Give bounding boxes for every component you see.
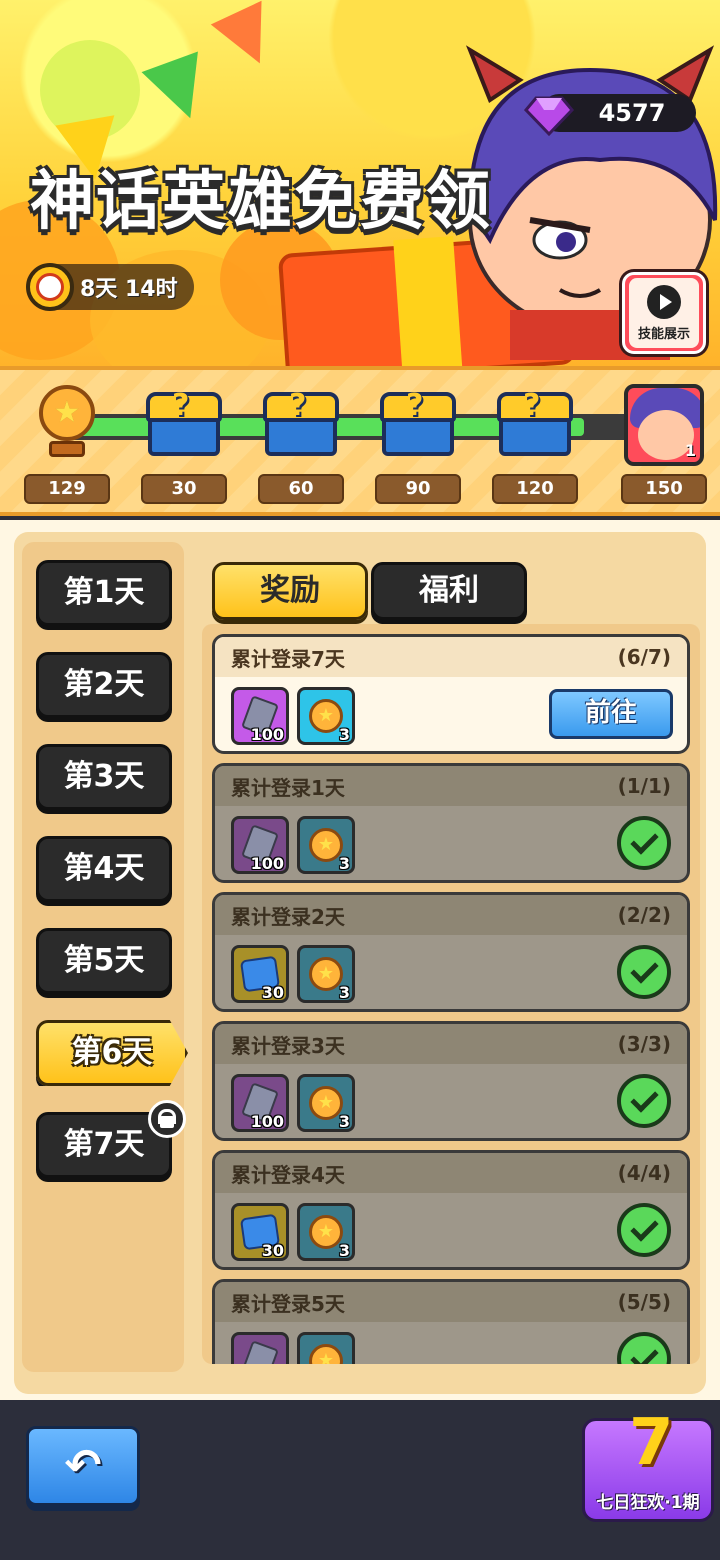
check-icon bbox=[617, 945, 671, 999]
milestone-value: 150 bbox=[621, 474, 707, 504]
reward-qty: 3 bbox=[338, 725, 350, 744]
chest-icon: ? bbox=[497, 388, 573, 458]
task-card: 累计登录2天 (2/2) 30 ★ 3 bbox=[212, 892, 690, 1012]
skill-preview-label: 技能展示 bbox=[637, 326, 690, 342]
task-title: 累计登录1天 bbox=[231, 775, 345, 800]
trophy-icon: ★ bbox=[31, 383, 103, 463]
reward-qty: 100 bbox=[250, 725, 284, 744]
back-arrow-icon: ↶ bbox=[64, 1440, 102, 1491]
gem-count: 4577 bbox=[598, 99, 666, 127]
task-progress: (1/1) bbox=[617, 774, 671, 798]
play-icon bbox=[647, 284, 681, 319]
task-progress: (6/7) bbox=[617, 645, 671, 669]
check-icon bbox=[617, 1074, 671, 1128]
milestone-hero-avatar[interactable]: 1 bbox=[624, 384, 704, 466]
avatar-count: 1 bbox=[684, 441, 696, 460]
back-button[interactable]: ↶ bbox=[26, 1426, 140, 1506]
reward-item[interactable]: 100 bbox=[231, 687, 289, 745]
milestone-value: 120 bbox=[492, 474, 578, 504]
milestone-trophy[interactable]: ★ bbox=[24, 380, 110, 466]
reward-qty: 3 bbox=[338, 1241, 350, 1260]
chest-icon: ? bbox=[263, 388, 339, 458]
task-list[interactable]: 累计登录7天 (6/7) 100 ★ 3 前往 累计登录1天 (1/1) 100 … bbox=[202, 624, 700, 1364]
reward-qty: 100 bbox=[250, 1112, 284, 1131]
tab-rewards[interactable]: 奖励 bbox=[212, 562, 368, 620]
task-title: 累计登录7天 bbox=[231, 646, 345, 671]
day-tab-6[interactable]: 第6天 bbox=[36, 1020, 188, 1086]
reward-qty: 30 bbox=[261, 1241, 284, 1260]
task-title: 累计登录5天 bbox=[231, 1291, 345, 1316]
check-icon bbox=[617, 1332, 671, 1364]
reward-item[interactable]: 100 bbox=[231, 816, 289, 874]
reward-item[interactable]: ★ 3 bbox=[297, 1074, 355, 1132]
check-icon bbox=[617, 816, 671, 870]
day-tab-2[interactable]: 第2天 bbox=[36, 652, 172, 718]
milestone-value: 90 bbox=[375, 474, 461, 504]
reward-qty: 30 bbox=[261, 983, 284, 1002]
reward-qty: 3 bbox=[338, 1112, 350, 1131]
reward-item[interactable]: ★ 3 bbox=[297, 816, 355, 874]
milestone-value: 129 bbox=[24, 474, 110, 504]
day-tab-1[interactable]: 第1天 bbox=[36, 560, 172, 626]
task-progress: (5/5) bbox=[617, 1290, 671, 1314]
task-progress: (3/3) bbox=[617, 1032, 671, 1056]
task-title: 累计登录3天 bbox=[231, 1033, 345, 1058]
decor-flag bbox=[210, 0, 286, 76]
decor-flag bbox=[141, 51, 219, 129]
seven-icon: 7 bbox=[629, 1406, 674, 1480]
task-progress: (2/2) bbox=[617, 903, 671, 927]
event-title: 神话英雄免费领 bbox=[30, 165, 492, 239]
seven-day-event-label: 七日狂欢·1期 bbox=[596, 1493, 700, 1513]
trophy-icon: ★ bbox=[309, 1344, 343, 1364]
milestone-value: 30 bbox=[141, 474, 227, 504]
go-button[interactable]: 前往 bbox=[549, 689, 673, 739]
crystal-icon bbox=[241, 1340, 279, 1364]
milestone-chest[interactable]: ? bbox=[375, 380, 461, 466]
reward-qty: 100 bbox=[250, 854, 284, 873]
countdown-text: 8天 14时 bbox=[80, 277, 178, 302]
skill-preview-inner: 技能展示 bbox=[629, 278, 699, 348]
reward-item[interactable] bbox=[231, 1332, 289, 1364]
reward-item[interactable]: 30 bbox=[231, 1203, 289, 1261]
skill-preview-button[interactable]: 技能展示 bbox=[622, 272, 706, 354]
task-card: 累计登录7天 (6/7) 100 ★ 3 前往 bbox=[212, 634, 690, 754]
task-card: 累计登录5天 (5/5) ★ bbox=[212, 1279, 690, 1364]
countdown-timer: 8天 14时 bbox=[26, 263, 194, 311]
milestone-chest[interactable]: ? bbox=[141, 380, 227, 466]
reward-item[interactable]: 30 bbox=[231, 945, 289, 1003]
hero-banner: 神话英雄免费领 8天 14时 4577 技能展示 bbox=[0, 0, 720, 370]
chest-icon: ? bbox=[146, 388, 222, 458]
seven-day-event-button[interactable]: 7 七日狂欢·1期 bbox=[582, 1411, 714, 1522]
reward-qty: 3 bbox=[338, 983, 350, 1002]
bottom-bar: ↶ 7 七日狂欢·1期 bbox=[0, 1400, 720, 1560]
task-title: 累计登录4天 bbox=[231, 1162, 345, 1187]
stopwatch-icon bbox=[26, 263, 74, 311]
check-icon bbox=[617, 1203, 671, 1257]
task-title: 累计登录2天 bbox=[231, 904, 345, 929]
lock-icon bbox=[148, 1100, 186, 1138]
milestone-chest[interactable]: ? bbox=[492, 380, 578, 466]
reward-qty: 3 bbox=[338, 854, 350, 873]
day-tab-3[interactable]: 第3天 bbox=[36, 744, 172, 810]
milestone-progress: ★ 129 ? 30 ? 60 ? 90 ? 120 1 150 bbox=[0, 366, 720, 516]
reward-item[interactable]: 100 bbox=[231, 1074, 289, 1132]
reward-item[interactable]: ★ 3 bbox=[297, 1203, 355, 1261]
milestone-value: 60 bbox=[258, 474, 344, 504]
tab-welfare[interactable]: 福利 bbox=[371, 562, 527, 620]
milestone-chest[interactable]: ? bbox=[258, 380, 344, 466]
reward-item[interactable]: ★ 3 bbox=[297, 687, 355, 745]
chest-icon: ? bbox=[380, 388, 456, 458]
task-card: 累计登录3天 (3/3) 100 ★ 3 bbox=[212, 1021, 690, 1141]
reward-item[interactable]: ★ 3 bbox=[297, 945, 355, 1003]
task-card: 累计登录1天 (1/1) 100 ★ 3 bbox=[212, 763, 690, 883]
day-tab-4[interactable]: 第4天 bbox=[36, 836, 172, 902]
purple-gem-icon bbox=[524, 96, 574, 137]
reward-item[interactable]: ★ bbox=[297, 1332, 355, 1364]
task-card: 累计登录4天 (4/4) 30 ★ 3 bbox=[212, 1150, 690, 1270]
day-tab-5[interactable]: 第5天 bbox=[36, 928, 172, 994]
task-progress: (4/4) bbox=[617, 1161, 671, 1185]
